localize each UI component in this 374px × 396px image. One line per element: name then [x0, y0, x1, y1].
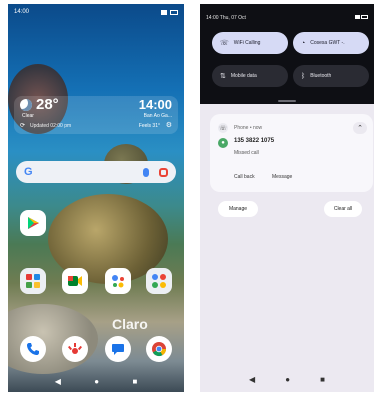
tile-network-label: Cosesa GWT -.: [310, 40, 345, 46]
recents-button[interactable]: ■: [320, 375, 325, 384]
weather-condition: Clear: [22, 113, 34, 119]
phone-icon[interactable]: [20, 336, 46, 362]
recents-button[interactable]: ■: [132, 377, 137, 386]
home-button[interactable]: ●: [285, 375, 290, 384]
weather-location: Ban Ao Ga...: [143, 113, 172, 119]
assistant-icon[interactable]: [105, 268, 131, 294]
battery-icon: [361, 15, 368, 19]
status-bar: 14:00: [14, 7, 178, 17]
navigation-bar: ◀ ● ■: [8, 374, 184, 388]
chat-bubble-icon: [112, 344, 124, 355]
clock-time: 14:00: [138, 97, 172, 112]
navigation-bar: ◀ ● ■: [200, 372, 374, 386]
mic-icon[interactable]: [143, 167, 149, 177]
notification-app: Phone • now: [234, 125, 263, 131]
messages-icon[interactable]: [105, 336, 131, 362]
notification-shade: 14:00 Thu, 07 Oct ☏ WiFi Calling ◔ Coses…: [200, 4, 374, 392]
home-button[interactable]: ●: [94, 377, 99, 386]
tile-wifi-calling[interactable]: ☏ WiFi Calling: [212, 32, 288, 54]
back-button[interactable]: ◀: [249, 375, 255, 384]
signal-icon: [161, 9, 167, 15]
contact-avatar-icon: ●: [218, 138, 228, 148]
folder-grid-icon: [152, 274, 166, 288]
tile-mobile-data-label: Mobile data: [230, 73, 257, 79]
carrier-watermark: Claro: [112, 316, 148, 332]
quick-settings-panel: 14:00 Thu, 07 Oct ☏ WiFi Calling ◔ Coses…: [200, 4, 374, 104]
tile-bluetooth-label: Bluetooth: [310, 73, 332, 79]
tile-mobile-data[interactable]: ⇅ Mobile data: [212, 65, 288, 87]
gear-icon[interactable]: ⚙: [166, 121, 172, 129]
play-store-icon[interactable]: [20, 210, 46, 236]
clear-all-button[interactable]: Clear all: [324, 201, 362, 217]
tile-network[interactable]: ◔ Cosesa GWT -.: [293, 32, 369, 54]
refresh-icon[interactable]: ⟳: [20, 122, 25, 129]
seafloor-rock: [8, 304, 98, 374]
chrome-icon[interactable]: [146, 336, 172, 362]
call-status: Missed call: [234, 150, 259, 156]
wifi-icon: ◔: [301, 39, 306, 47]
meet-icon[interactable]: [62, 268, 88, 294]
folder-grid-icon: [26, 274, 40, 288]
missed-call-notification[interactable]: ☏ Phone • now ⌃ ● 135 3822 1075 Missed c…: [210, 114, 373, 192]
claro-logo-icon: [68, 343, 82, 354]
call-back-button[interactable]: Call back: [234, 174, 255, 180]
status-icons: [161, 9, 178, 15]
wifi-calling-icon: ☏: [220, 40, 229, 47]
app-folder-icon[interactable]: [20, 268, 46, 294]
mobile-data-icon: ⇅: [220, 73, 226, 80]
chevron-up-icon[interactable]: ⌃: [353, 122, 367, 134]
google-icon: G: [24, 166, 33, 178]
play-triangle-icon: [28, 217, 39, 229]
google-folder-icon[interactable]: [146, 268, 172, 294]
assistant-dots-icon: [112, 275, 124, 288]
home-screen: 14:00 28° Clear 14:00 Ban Ao Ga... ⟳ Upd…: [8, 4, 184, 392]
phone-app-icon: ☏: [218, 123, 228, 133]
signal-icon: [354, 15, 360, 19]
weather-widget[interactable]: 28° Clear 14:00 Ban Ao Ga... ⟳ Updated 0…: [14, 96, 178, 134]
manage-button[interactable]: Manage: [218, 201, 258, 217]
bluetooth-icon: ᛒ: [301, 72, 306, 80]
battery-icon: [170, 9, 178, 15]
tile-wifi-calling-label: WiFi Calling: [233, 40, 261, 46]
caller-number: 135 3822 1075: [234, 138, 275, 144]
google-search-bar[interactable]: G: [16, 161, 176, 183]
message-button[interactable]: Message: [272, 174, 292, 180]
weather-updated: Updated 02:00 pm: [30, 123, 72, 129]
chrome-logo-icon: [152, 342, 167, 357]
status-datetime: 14:00 Thu, 07 Oct: [206, 15, 246, 21]
back-button[interactable]: ◀: [55, 377, 61, 386]
claro-app-icon[interactable]: [62, 336, 88, 362]
video-camera-icon: [68, 276, 82, 286]
status-bar: 14:00 Thu, 07 Oct: [206, 13, 368, 23]
status-time: 14:00: [14, 9, 30, 15]
status-icons: [354, 15, 368, 21]
lens-icon[interactable]: [159, 167, 168, 177]
weather-temperature: 28°: [36, 96, 59, 113]
handset-icon: [27, 343, 39, 355]
tile-bluetooth[interactable]: ᛒ Bluetooth: [293, 65, 369, 87]
moon-icon: [20, 99, 32, 111]
screenshot: 14:00 28° Clear 14:00 Ban Ao Ga... ⟳ Upd…: [0, 0, 374, 396]
weather-feels: Feels 31°: [138, 123, 160, 129]
drag-handle[interactable]: [278, 100, 296, 102]
